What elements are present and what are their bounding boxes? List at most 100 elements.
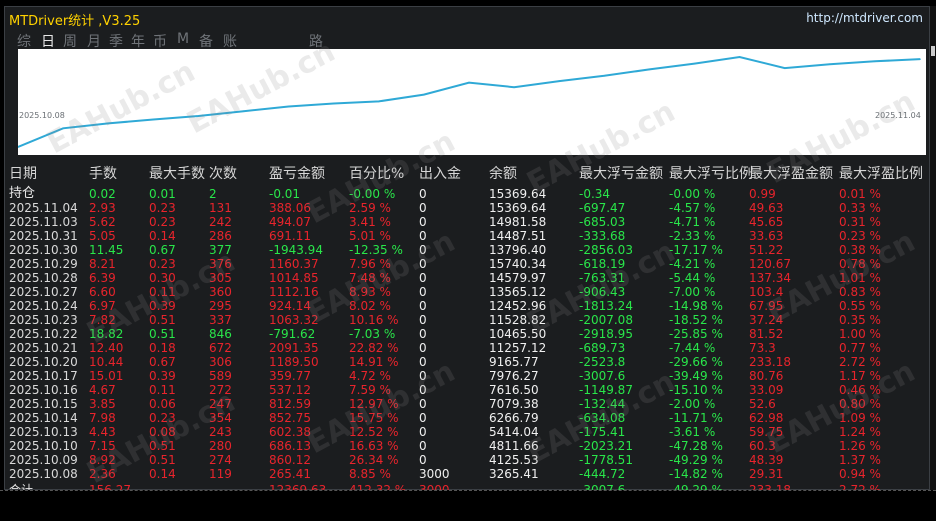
scrollbar-thumb[interactable] (931, 46, 935, 56)
cell-lots: 18.82 (89, 327, 124, 341)
tab-7[interactable]: M (177, 31, 189, 47)
cell-max_lots: 0.23 (149, 201, 176, 215)
table-row[interactable]: 2025.10.27 6.60 0.11 360 1112.16 8.93 % 0 13565… (5, 285, 929, 299)
table-row[interactable]: 2025.10.30 11.45 0.67 377 -1943.94 -12.35 % 0 1… (5, 243, 929, 257)
column-header[interactable]: 出入金 (419, 163, 461, 183)
cell-max_lots: 0.23 (149, 257, 176, 271)
table-row[interactable]: 2025.10.24 6.97 0.39 295 924.14 8.02 % 0 12452.… (5, 299, 929, 313)
equity-point (332, 102, 335, 105)
table-row[interactable]: 2025.10.17 15.01 0.39 589 359.77 4.72 % 0 7976.… (5, 369, 929, 383)
table-row[interactable]: 2025.10.21 12.40 0.18 672 2091.35 22.82 % 0 112… (5, 341, 929, 355)
stats-panel: MTDriver统计 ,V3.25 http://mtdriver.com 综日… (4, 6, 930, 497)
table-row[interactable]: 2025.10.20 10.44 0.67 306 1189.50 14.91 % 0 916… (5, 355, 929, 369)
cell-max_loss_pct: -14.82 % (669, 467, 723, 481)
cell-max_loss_pct: -4.21 % (669, 257, 716, 271)
vertical-scrollbar[interactable] (930, 6, 936, 490)
column-header[interactable]: 最大手数 (149, 163, 205, 183)
cell-pct: 22.82 % (349, 341, 399, 355)
cell-max_loss: -175.41 (579, 425, 626, 439)
cell-max_profit: 80.76 (749, 369, 784, 383)
cell-pnl: 852.75 (269, 411, 311, 425)
column-header[interactable]: 最大浮盈金额 (749, 163, 833, 183)
website-link[interactable]: http://mtdriver.com (806, 11, 923, 25)
column-header[interactable]: 手数 (89, 163, 117, 183)
table-row[interactable]: 2025.10.14 7.98 0.23 354 852.75 15.75 % 0 6266.… (5, 411, 929, 425)
table-row[interactable]: 2025.10.22 18.82 0.51 846 -791.62 -7.03 % 0 104… (5, 327, 929, 341)
table-row[interactable]: 2025.10.29 8.21 0.23 376 1160.37 7.96 % 0 15740… (5, 257, 929, 271)
tab-6[interactable]: 币 (153, 31, 167, 51)
row-date: 2025.10.21 (9, 341, 78, 355)
cell-pct: 3.41 % (349, 215, 391, 229)
row-date: 2025.11.03 (9, 215, 78, 229)
cell-max_loss_pct: -29.66 % (669, 355, 723, 369)
cell-flow: 0 (419, 425, 427, 439)
cell-max_loss_pct: -5.44 % (669, 271, 716, 285)
cell-count: 272 (209, 383, 232, 397)
row-date: 2025.10.24 (9, 299, 78, 313)
column-header[interactable]: 最大浮盈比例 (839, 163, 923, 183)
cell-max_profit: 60.3 (749, 439, 776, 453)
tab-2[interactable]: 周 (63, 31, 77, 51)
cell-flow: 0 (419, 453, 427, 467)
tab-5[interactable]: 年 (131, 31, 145, 51)
table-row[interactable]: 2025.10.09 8.92 0.51 274 860.12 26.34 % 0 4125.… (5, 453, 929, 467)
tab-3[interactable]: 月 (87, 31, 101, 51)
table-row[interactable]: 持仓 0.02 0.01 2 -0.01 -0.00 % 0 15369.64 -0.34 -0.… (5, 187, 929, 202)
table-row[interactable]: 2025.10.15 3.85 0.06 247 812.59 12.97 % 0 7079.… (5, 397, 929, 411)
cell-max_loss: -2023.21 (579, 439, 633, 453)
tab-8[interactable]: 备 (199, 31, 213, 51)
cell-max_loss_pct: -39.49 % (669, 369, 723, 383)
cell-max_profit_pct: 0.80 % (839, 397, 881, 411)
cell-pnl: -1943.94 (269, 243, 323, 257)
cell-balance: 4125.53 (489, 453, 539, 467)
cell-max_loss_pct: -0.00 % (669, 187, 716, 201)
equity-point (648, 68, 651, 71)
cell-balance: 9165.77 (489, 355, 539, 369)
cell-max_profit_pct: 1.17 % (839, 369, 881, 383)
cell-balance: 15740.34 (489, 257, 547, 271)
cell-max_lots: 0.11 (149, 285, 176, 299)
cell-max_profit: 233.18 (749, 355, 791, 369)
table-row[interactable]: 2025.10.08 2.36 0.14 119 265.41 8.85 % 3000 326… (5, 467, 929, 481)
tab-4[interactable]: 季 (109, 31, 123, 51)
tab-0[interactable]: 综 (17, 31, 31, 51)
table-row[interactable]: 2025.10.23 7.82 0.51 337 1063.32 10.16 % 0 1152… (5, 313, 929, 327)
cell-max_loss_pct: -4.57 % (669, 201, 716, 215)
column-header[interactable]: 日期 (9, 163, 37, 183)
column-header[interactable]: 最大浮亏比例 (669, 163, 753, 183)
cell-max_loss: -2856.03 (579, 243, 633, 257)
cell-pnl: -791.62 (269, 327, 316, 341)
table-row[interactable]: 2025.10.16 4.67 0.11 272 537.12 7.59 % 0 7616.5… (5, 383, 929, 397)
cell-max_loss: -763.31 (579, 271, 626, 285)
cell-balance: 11257.12 (489, 341, 547, 355)
column-header[interactable]: 最大浮亏金额 (579, 163, 663, 183)
equity-point (603, 74, 606, 77)
column-header[interactable]: 次数 (209, 163, 237, 183)
table-row[interactable]: 2025.11.03 5.62 0.23 242 494.07 3.41 % 0 14981.… (5, 215, 929, 229)
equity-point (152, 118, 155, 121)
cell-max_loss: -444.72 (579, 467, 626, 481)
cell-flow: 0 (419, 411, 427, 425)
cell-max_loss: -333.68 (579, 229, 626, 243)
cell-max_lots: 0.06 (149, 397, 176, 411)
table-row[interactable]: 2025.10.13 4.43 0.08 243 602.38 12.52 % 0 5414.… (5, 425, 929, 439)
table-row[interactable]: 2025.10.10 7.15 0.51 280 686.13 16.63 % 0 4811.… (5, 439, 929, 453)
tab-1[interactable]: 日 (41, 31, 55, 51)
cell-lots: 3.85 (89, 397, 116, 411)
cell-max_loss: -906.43 (579, 285, 626, 299)
equity-point (107, 122, 109, 125)
table-row[interactable]: 2025.10.31 5.05 0.14 286 691.11 5.01 % 0 14487.… (5, 229, 929, 243)
cell-max_profit_pct: 0.83 % (839, 285, 881, 299)
cell-lots: 7.98 (89, 411, 116, 425)
column-header[interactable]: 盈亏金额 (269, 163, 325, 183)
cell-max_lots: 0.23 (149, 411, 176, 425)
cell-max_loss: -2007.08 (579, 313, 633, 327)
cell-max_loss_pct: -47.28 % (669, 439, 723, 453)
table-row[interactable]: 2025.10.28 6.39 0.30 305 1014.85 7.48 % 0 14579… (5, 271, 929, 285)
equity-point (558, 80, 560, 82)
cell-max_lots: 0.18 (149, 341, 176, 355)
column-header[interactable]: 余额 (489, 163, 517, 183)
table-row[interactable]: 2025.11.04 2.93 0.23 131 388.06 2.59 % 0 15369.… (5, 201, 929, 215)
cell-count: 672 (209, 341, 232, 355)
column-header[interactable]: 百分比% (349, 163, 404, 183)
